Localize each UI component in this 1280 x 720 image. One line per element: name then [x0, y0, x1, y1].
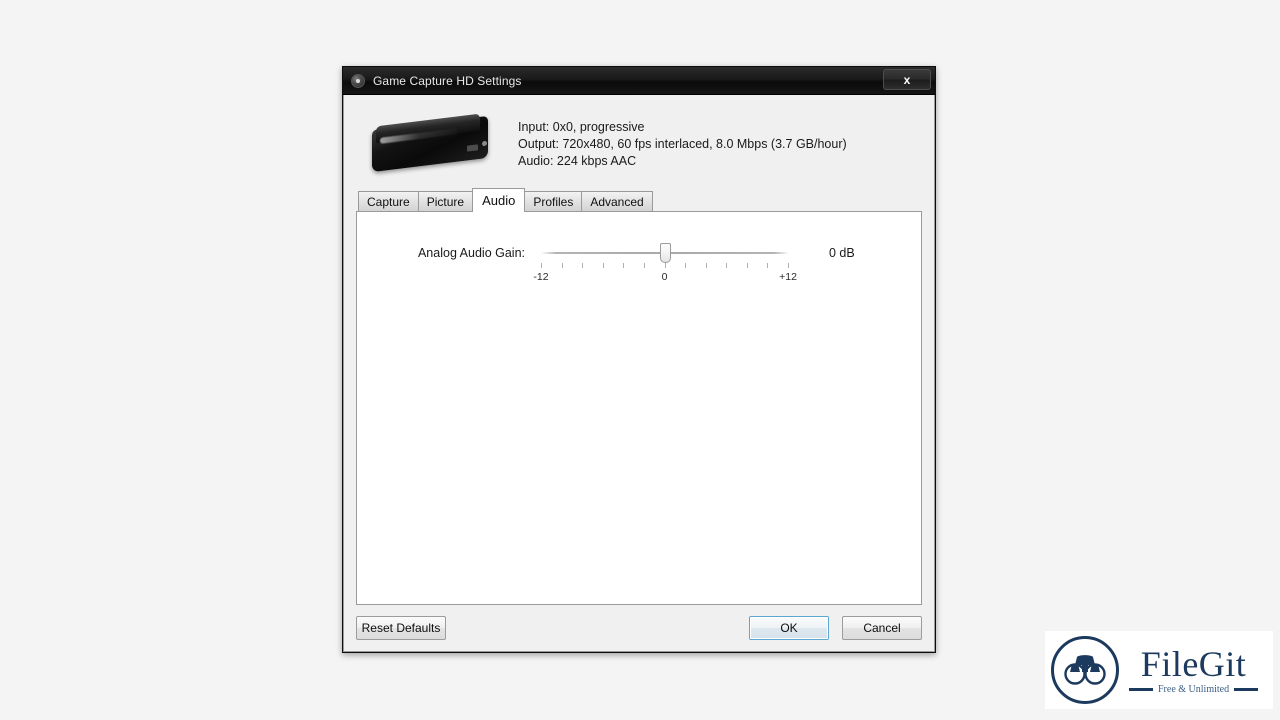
- footer-right-buttons: OK Cancel: [749, 616, 922, 640]
- slider-tick: [623, 263, 625, 268]
- slider-tick: [746, 263, 748, 268]
- title-bar: Game Capture HD Settings x: [343, 67, 935, 95]
- tab-audio[interactable]: Audio: [472, 188, 526, 212]
- device-info-line-audio: Audio: 224 kbps AAC: [518, 153, 637, 168]
- slider-ticks: [541, 263, 789, 269]
- tab-advanced[interactable]: Advanced: [581, 191, 653, 211]
- tab-capture[interactable]: Capture: [358, 191, 419, 211]
- slider-tick: [582, 263, 584, 268]
- tagline-rule-right: [1234, 688, 1259, 691]
- slider-tick: [788, 263, 789, 268]
- filegit-logo-circle: [1051, 636, 1119, 704]
- filegit-text-block: FileGit Free & Unlimited: [1129, 644, 1259, 695]
- ok-button[interactable]: OK: [749, 616, 829, 640]
- device-info-text: Input: 0x0, progressive Output: 720x480,…: [518, 119, 847, 170]
- analog-audio-gain-value: 0 dB: [829, 246, 855, 260]
- device-header: Input: 0x0, progressive Output: 720x480,…: [356, 95, 922, 187]
- dialog-client-area: Input: 0x0, progressive Output: 720x480,…: [343, 95, 935, 652]
- slider-tick: [705, 263, 707, 268]
- slider-tick: [685, 263, 687, 268]
- filegit-tagline-row: Free & Unlimited: [1129, 684, 1259, 695]
- audio-tab-panel: Analog Audio Gain: -12 0 +12 0 dB: [356, 211, 922, 605]
- app-icon: [351, 73, 365, 88]
- tab-strip: Capture Picture Audio Profiles Advanced: [356, 187, 922, 212]
- analog-audio-gain-label: Analog Audio Gain:: [417, 246, 525, 260]
- settings-dialog: Game Capture HD Settings x Input: 0x0, p…: [342, 66, 936, 653]
- slider-thumb[interactable]: [659, 243, 671, 263]
- cancel-button[interactable]: Cancel: [842, 616, 922, 640]
- slider-tick-label: -12: [533, 271, 549, 283]
- slider-tick-labels: -12 0 +12: [533, 271, 797, 285]
- tab-profiles[interactable]: Profiles: [524, 191, 583, 211]
- slider-tick-label: 0: [661, 271, 668, 283]
- device-info-line-input: Input: 0x0, progressive: [518, 119, 645, 134]
- window-title: Game Capture HD Settings: [373, 73, 522, 88]
- slider-tick: [602, 263, 604, 268]
- slider-tick: [664, 263, 666, 268]
- slider-tick: [541, 263, 542, 268]
- slider-tick: [643, 263, 645, 268]
- device-image: [366, 111, 494, 177]
- filegit-watermark: FileGit Free & Unlimited: [1045, 631, 1273, 709]
- filegit-brand: FileGit: [1140, 644, 1247, 684]
- reset-defaults-button[interactable]: Reset Defaults: [356, 616, 446, 640]
- dialog-footer: Reset Defaults OK Cancel: [356, 615, 922, 641]
- slider-tick: [561, 263, 563, 268]
- slider-tick-label: +12: [779, 271, 797, 283]
- filegit-tagline: Free & Unlimited: [1158, 684, 1230, 695]
- binoculars-icon: [1064, 655, 1106, 685]
- close-icon[interactable]: x: [883, 69, 931, 90]
- tab-picture[interactable]: Picture: [417, 191, 474, 211]
- slider-tick: [767, 263, 769, 268]
- analog-audio-gain-row: Analog Audio Gain: -12 0 +12 0 dB: [357, 239, 921, 283]
- device-info-line-output: Output: 720x480, 60 fps interlaced, 8.0 …: [518, 136, 847, 151]
- slider-tick: [726, 263, 728, 268]
- tagline-rule-left: [1129, 688, 1153, 691]
